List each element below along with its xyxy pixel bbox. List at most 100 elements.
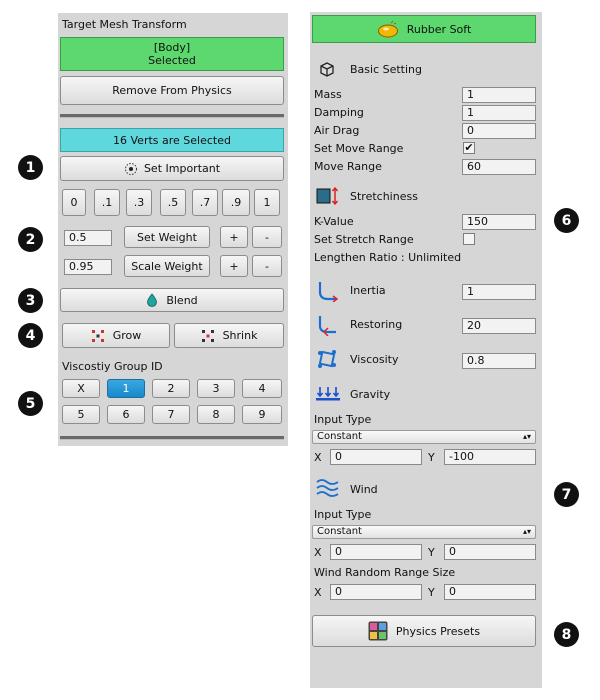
weight-preset-0.9[interactable]: .9 bbox=[222, 189, 250, 216]
shrink-button[interactable]: Shrink bbox=[174, 323, 284, 348]
remove-from-physics-button[interactable]: Remove From Physics bbox=[60, 76, 284, 105]
wind-random-y-label: Y bbox=[428, 586, 435, 599]
weight-preset-0[interactable]: 0 bbox=[62, 189, 86, 216]
k-value-input[interactable]: 150 bbox=[462, 214, 536, 230]
gravity-y-input[interactable]: -100 bbox=[444, 449, 536, 465]
set-important-label: Set Important bbox=[143, 162, 221, 175]
viscosity-icon bbox=[318, 350, 336, 368]
wind-y-input[interactable]: 0 bbox=[444, 544, 536, 560]
wind-random-range-label: Wind Random Range Size bbox=[314, 566, 456, 579]
set-weight-plus-button[interactable]: + bbox=[220, 226, 248, 248]
gravity-input-type-label: Input Type bbox=[314, 413, 372, 426]
wind-input-type-value: Constant bbox=[317, 526, 362, 537]
physics-preset-header[interactable]: Rubber Soft bbox=[312, 15, 536, 43]
set-stretch-range-checkbox[interactable] bbox=[463, 233, 475, 245]
damping-label: Damping bbox=[314, 106, 364, 119]
move-range-label: Move Range bbox=[314, 160, 382, 173]
viscosity-input[interactable]: 0.8 bbox=[462, 353, 536, 369]
presets-grid-icon bbox=[368, 621, 388, 641]
viscosity-group-4[interactable]: 4 bbox=[242, 379, 282, 398]
weight-preset-0.3[interactable]: .3 bbox=[126, 189, 152, 216]
set-move-range-checkbox[interactable]: ✔ bbox=[463, 142, 475, 154]
k-value-label: K-Value bbox=[314, 215, 354, 228]
viscosity-group-9[interactable]: 9 bbox=[242, 405, 282, 424]
viscosity-group-5[interactable]: 5 bbox=[62, 405, 100, 424]
weight-preset-1[interactable]: 1 bbox=[254, 189, 280, 216]
basic-setting-title: Basic Setting bbox=[350, 63, 423, 76]
divider bbox=[60, 114, 284, 118]
divider bbox=[60, 436, 284, 440]
rubber-blob-icon bbox=[377, 20, 398, 38]
dotted-target-icon bbox=[124, 162, 137, 175]
wind-y-label: Y bbox=[428, 546, 435, 559]
shrink-icon bbox=[201, 329, 214, 342]
scale-weight-button[interactable]: Scale Weight bbox=[124, 255, 210, 277]
scale-weight-minus-button[interactable]: - bbox=[252, 255, 282, 277]
restoring-input[interactable]: 20 bbox=[462, 318, 536, 334]
set-important-button[interactable]: Set Important bbox=[60, 156, 284, 181]
blend-label: Blend bbox=[166, 293, 198, 307]
gravity-x-input[interactable]: 0 bbox=[330, 449, 422, 465]
dropdown-arrow-icon: ▴▾ bbox=[522, 432, 531, 441]
viscosity-group-title: Viscostiy Group ID bbox=[62, 360, 163, 373]
gravity-input-type-value: Constant bbox=[317, 431, 362, 442]
viscosity-group-1[interactable]: 1 bbox=[107, 379, 145, 398]
weight-preset-0.7[interactable]: .7 bbox=[192, 189, 218, 216]
stretch-icon bbox=[316, 186, 339, 206]
mass-label: Mass bbox=[314, 88, 342, 101]
selected-mesh-name: [Body] bbox=[153, 41, 191, 54]
target-mesh-panel: Target Mesh Transform [Body] Selected Re… bbox=[58, 13, 288, 446]
gravity-title: Gravity bbox=[350, 388, 391, 401]
droplet-icon bbox=[147, 293, 158, 307]
selected-mesh-box[interactable]: [Body] Selected bbox=[60, 37, 284, 71]
callout-4: 4 bbox=[18, 323, 43, 348]
scale-weight-plus-button[interactable]: + bbox=[220, 255, 248, 277]
rubber-soft-panel: Rubber Soft Basic Setting Mass 1 Damping… bbox=[310, 12, 542, 688]
gravity-y-label: Y bbox=[428, 451, 435, 464]
wind-input-type-dropdown[interactable]: Constant ▴▾ bbox=[312, 525, 536, 539]
restoring-label: Restoring bbox=[350, 318, 403, 331]
cube-icon bbox=[320, 62, 334, 77]
shrink-label: Shrink bbox=[222, 329, 258, 342]
air-drag-input[interactable]: 0 bbox=[462, 123, 536, 139]
set-weight-input[interactable]: 0.5 bbox=[64, 230, 112, 246]
air-drag-label: Air Drag bbox=[314, 124, 360, 137]
inertia-label: Inertia bbox=[350, 284, 386, 297]
wind-x-input[interactable]: 0 bbox=[330, 544, 422, 560]
callout-6: 6 bbox=[554, 208, 579, 233]
set-weight-minus-button[interactable]: - bbox=[252, 226, 282, 248]
wind-input-type-label: Input Type bbox=[314, 508, 372, 521]
weight-preset-0.1[interactable]: .1 bbox=[94, 189, 120, 216]
viscosity-group-3[interactable]: 3 bbox=[197, 379, 235, 398]
damping-input[interactable]: 1 bbox=[462, 105, 536, 121]
dropdown-arrow-icon: ▴▾ bbox=[522, 527, 531, 536]
physics-presets-label: Physics Presets bbox=[395, 624, 481, 638]
inertia-input[interactable]: 1 bbox=[462, 284, 536, 300]
set-weight-button[interactable]: Set Weight bbox=[124, 226, 210, 248]
panel-title: Target Mesh Transform bbox=[62, 18, 187, 31]
callout-7: 7 bbox=[554, 482, 579, 507]
grow-label: Grow bbox=[112, 329, 142, 342]
wind-random-y-input[interactable]: 0 bbox=[444, 584, 536, 600]
viscosity-group-2[interactable]: 2 bbox=[152, 379, 190, 398]
physics-presets-button[interactable]: Physics Presets bbox=[312, 615, 536, 647]
wind-x-label: X bbox=[314, 546, 322, 559]
blend-button[interactable]: Blend bbox=[60, 288, 284, 312]
scale-weight-input[interactable]: 0.95 bbox=[64, 259, 112, 275]
viscosity-group-8[interactable]: 8 bbox=[197, 405, 235, 424]
callout-2: 2 bbox=[18, 227, 43, 252]
wind-random-x-input[interactable]: 0 bbox=[330, 584, 422, 600]
gravity-input-type-dropdown[interactable]: Constant ▴▾ bbox=[312, 430, 536, 444]
viscosity-group-7[interactable]: 7 bbox=[152, 405, 190, 424]
move-range-input[interactable]: 60 bbox=[462, 159, 536, 175]
grow-button[interactable]: Grow bbox=[62, 323, 170, 348]
selected-mesh-status: Selected bbox=[148, 54, 196, 67]
lengthen-ratio-text: Lengthen Ratio : Unlimited bbox=[314, 251, 462, 264]
gravity-x-label: X bbox=[314, 451, 322, 464]
wind-icon bbox=[316, 479, 339, 497]
viscosity-group-6[interactable]: 6 bbox=[107, 405, 145, 424]
mass-input[interactable]: 1 bbox=[462, 87, 536, 103]
viscosity-group-x[interactable]: X bbox=[62, 379, 100, 398]
gravity-icon bbox=[316, 387, 340, 401]
weight-preset-0.5[interactable]: .5 bbox=[160, 189, 186, 216]
